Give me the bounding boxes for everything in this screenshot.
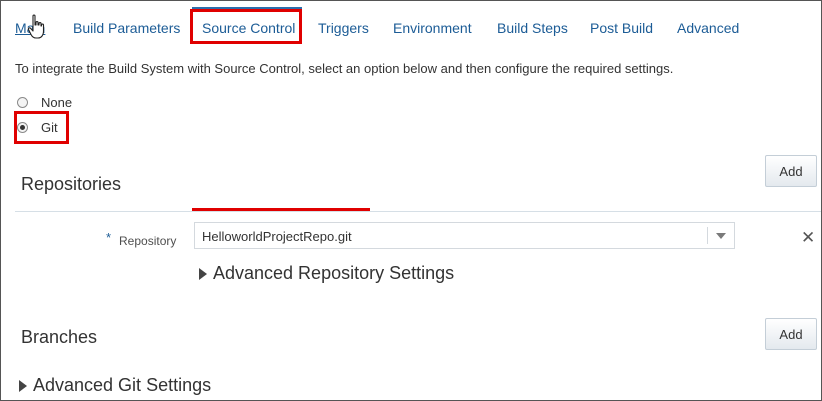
- tab-advanced[interactable]: Advanced: [677, 20, 739, 36]
- highlight-source-control-tab: [190, 9, 302, 44]
- add-repository-button[interactable]: Add: [765, 155, 817, 187]
- tab-post-build[interactable]: Post Build: [590, 20, 653, 36]
- close-icon[interactable]: ✕: [801, 228, 815, 248]
- radio-option-none[interactable]: None: [17, 95, 72, 110]
- triangle-right-icon: [19, 379, 27, 392]
- radio-git-label: Git: [41, 120, 58, 135]
- select-divider: [707, 227, 708, 244]
- tab-environment[interactable]: Environment: [393, 20, 472, 36]
- add-branch-button[interactable]: Add: [765, 318, 817, 350]
- advanced-repository-settings-toggle[interactable]: Advanced Repository Settings: [199, 263, 454, 284]
- repository-select[interactable]: HelloworldProjectRepo.git: [194, 222, 735, 249]
- tab-build-steps[interactable]: Build Steps: [497, 20, 568, 36]
- tab-triggers[interactable]: Triggers: [318, 20, 369, 36]
- repositories-title: Repositories: [21, 174, 122, 194]
- repository-value: HelloworldProjectRepo.git: [202, 229, 352, 244]
- triangle-right-icon: [199, 267, 207, 280]
- branches-title: Branches: [21, 327, 98, 347]
- advanced-repository-settings-label: Advanced Repository Settings: [213, 263, 455, 283]
- radio-none-label: None: [41, 95, 73, 110]
- intro-text: To integrate the Build System with Sourc…: [15, 61, 674, 76]
- tab-bar: Main Build Parameters Source Control Tri…: [0, 0, 822, 48]
- advanced-git-settings-label: Advanced Git Settings: [33, 375, 212, 395]
- advanced-git-settings-toggle[interactable]: Advanced Git Settings: [19, 375, 211, 396]
- tab-build-parameters[interactable]: Build Parameters: [73, 20, 180, 36]
- chevron-down-icon[interactable]: [716, 233, 726, 239]
- radio-option-git[interactable]: Git: [17, 120, 58, 135]
- required-marker: *: [106, 230, 112, 245]
- hand-cursor-icon: [27, 14, 45, 39]
- radio-git[interactable]: [17, 122, 28, 133]
- radio-none[interactable]: [17, 97, 28, 108]
- repository-label: Repository: [119, 234, 177, 248]
